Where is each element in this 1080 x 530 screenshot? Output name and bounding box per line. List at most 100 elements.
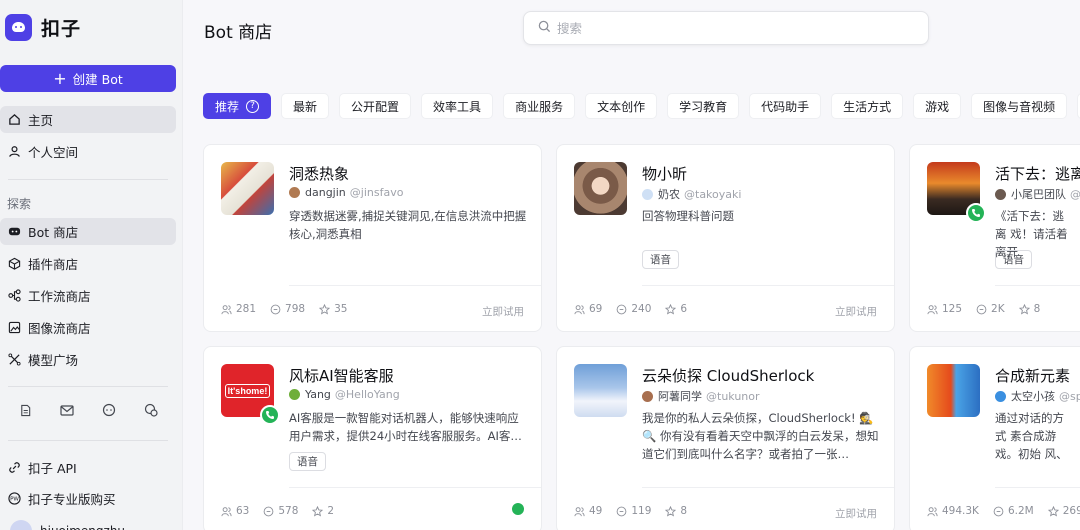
tab-label: 效率工具 [433, 99, 482, 114]
user-profile[interactable]: hiuoimengzhu [10, 520, 170, 530]
tab-label: 图像与音视频 [983, 99, 1056, 114]
bot-card[interactable]: 云朵侦探 CloudSherlock 阿薯同学 @tukunor 我是你的私人云… [556, 346, 895, 530]
sidebar-divider [8, 179, 168, 180]
tab-recommended[interactable]: 推荐 ? [203, 93, 272, 119]
create-bot-label: 创建 Bot [72, 72, 123, 87]
mail-icon[interactable] [59, 402, 75, 418]
star-icon [665, 303, 677, 315]
bot-card[interactable]: 活下去：逃离 小尾巴团队 @X 《活下去：逃离 戏！请活着离开 语音 125 2… [909, 144, 1080, 332]
category-tabs: 推荐 ? 最新 公开配置 效率工具 商业服务 文本创作 学习教育 代码助手 生活… [203, 93, 1080, 119]
star-icon [665, 505, 677, 517]
logo-icon [5, 14, 32, 41]
tab-education[interactable]: 学习教育 [667, 93, 740, 119]
phone-icon [966, 203, 986, 223]
feedback-icon[interactable] [143, 402, 159, 418]
sidebar-item-bot-store[interactable]: Bot 商店 [0, 218, 176, 245]
chats-stat: 578 [263, 505, 298, 517]
users-stat: 49 [574, 505, 602, 517]
content-area: 推荐 ? 最新 公开配置 效率工具 商业服务 文本创作 学习教育 代码助手 生活… [183, 0, 1080, 530]
sidebar-item-model-plaza[interactable]: 模型广场 [0, 346, 176, 373]
bot-description: 通过对话的方式 素合成游戏。初始 风、 🌍 土，你可 [995, 411, 1068, 461]
sidebar-item-personal[interactable]: 个人空间 [0, 138, 176, 165]
bot-card[interactable]: It'shome! 风标AI智能客服 Yang @HelloYang AI客服是… [203, 346, 542, 530]
author-avatar [642, 188, 653, 200]
tab-label: 推荐 [215, 99, 240, 114]
sidebar-item-label: 工作流商店 [28, 289, 91, 304]
stars-stat: 8 [1018, 303, 1040, 315]
bot-avatar [574, 162, 627, 215]
users-icon [574, 304, 585, 314]
card-divider [289, 285, 541, 286]
author-avatar [289, 389, 300, 400]
help-icon[interactable]: ? [246, 99, 260, 113]
sidebar-item-plugin-store[interactable]: 插件商店 [0, 250, 176, 277]
users-stat: 125 [927, 303, 962, 315]
bot-stats: 125 2K 8 [927, 303, 1040, 315]
sidebar-item-label: 图像流商店 [28, 321, 91, 336]
create-bot-button[interactable]: + 创建 Bot [0, 65, 176, 92]
author-name: 阿薯同学 [658, 390, 702, 403]
chat-bubble-icon [976, 304, 987, 314]
tab-label: 最新 [293, 99, 318, 114]
chat-bubble-icon [617, 506, 627, 516]
bot-card[interactable]: 物小昕 奶农 @takoyaki 回答物理科普问题 语音 69 240 6 立即… [556, 144, 895, 332]
cube-icon [7, 257, 21, 271]
stars-stat: 2 [312, 505, 334, 517]
bot-description: 穿透数据迷雾,捕捉关键洞见,在信息洪流中把握核心,洞悉真相 [289, 209, 527, 241]
bot-card[interactable]: 合成新元素 太空小孩 @spa 通过对话的方式 素合成游戏。初始 风、 🌍 土，… [909, 346, 1080, 530]
bot-stats: 63 578 2 [221, 505, 334, 517]
bot-stats: 494.3K 6.2M 269 [927, 505, 1080, 517]
bot-stats: 281 798 35 [221, 303, 347, 315]
tab-games[interactable]: 游戏 [913, 93, 962, 119]
star-icon [1047, 505, 1059, 517]
author-handle: @HelloYang [334, 388, 400, 401]
tab-business[interactable]: 商业服务 [503, 93, 576, 119]
sidebar-item-workflow-store[interactable]: 工作流商店 [0, 282, 176, 309]
chat-icon[interactable] [101, 402, 117, 418]
bot-card[interactable]: 洞悉热象 dangjin @jinsfavo 穿透数据迷雾,捕捉关键洞见,在信息… [203, 144, 542, 332]
voice-tag: 语音 [995, 250, 1032, 269]
bot-name: 合成新元素 [995, 367, 1071, 385]
tab-label: 学习教育 [679, 99, 728, 114]
author-name: 小尾巴团队 [1011, 188, 1066, 201]
chats-stat: 798 [270, 303, 305, 315]
bot-name: 风标AI智能客服 [289, 367, 394, 385]
sidebar-item-label: 个人空间 [28, 145, 79, 160]
sidebar-item-pro-purchase[interactable]: PW 扣子专业版购买 [0, 485, 176, 512]
try-now-link[interactable]: 立即试用 [482, 304, 524, 319]
chats-stat: 119 [616, 505, 651, 517]
pro-badge-icon: PW [7, 492, 21, 506]
try-now-link[interactable]: 立即试用 [835, 506, 877, 521]
bot-author: 阿薯同学 @tukunor [642, 388, 760, 404]
api-icon [7, 461, 21, 475]
sidebar-item-label: Bot 商店 [28, 225, 79, 240]
tab-writing[interactable]: 文本创作 [585, 93, 658, 119]
card-divider [642, 487, 894, 488]
sidebar: 扣子 + 创建 Bot 主页 个人空间 探索 Bot 商店 插件商店 工作流商店 [0, 0, 183, 530]
username: hiuoimengzhu [40, 524, 125, 530]
tab-lifestyle[interactable]: 生活方式 [831, 93, 904, 119]
document-icon[interactable] [17, 402, 33, 418]
app-logo[interactable]: 扣子 [5, 14, 81, 41]
tab-media[interactable]: 图像与音视频 [971, 93, 1068, 119]
sidebar-item-imageflow-store[interactable]: 图像流商店 [0, 314, 176, 341]
author-name: dangjin [305, 186, 346, 199]
card-divider [289, 487, 541, 488]
users-icon [927, 506, 938, 516]
try-now-link[interactable]: 立即试用 [835, 304, 877, 319]
tab-code[interactable]: 代码助手 [749, 93, 822, 119]
sidebar-item-home[interactable]: 主页 [0, 106, 176, 133]
sidebar-item-api[interactable]: 扣子 API [0, 454, 176, 481]
tab-label: 文本创作 [597, 99, 646, 114]
bot-stats: 69 240 6 [574, 303, 687, 315]
tab-label: 商业服务 [515, 99, 564, 114]
sidebar-item-label: 主页 [28, 113, 54, 128]
stars-stat: 6 [665, 303, 687, 315]
tab-productivity[interactable]: 效率工具 [421, 93, 494, 119]
tab-public-config[interactable]: 公开配置 [339, 93, 412, 119]
bot-avatar [574, 364, 627, 417]
bot-name: 活下去：逃离 [995, 165, 1080, 183]
tab-latest[interactable]: 最新 [281, 93, 330, 119]
author-handle: @spa [1059, 389, 1080, 403]
stars-stat: 269 [1047, 505, 1080, 517]
